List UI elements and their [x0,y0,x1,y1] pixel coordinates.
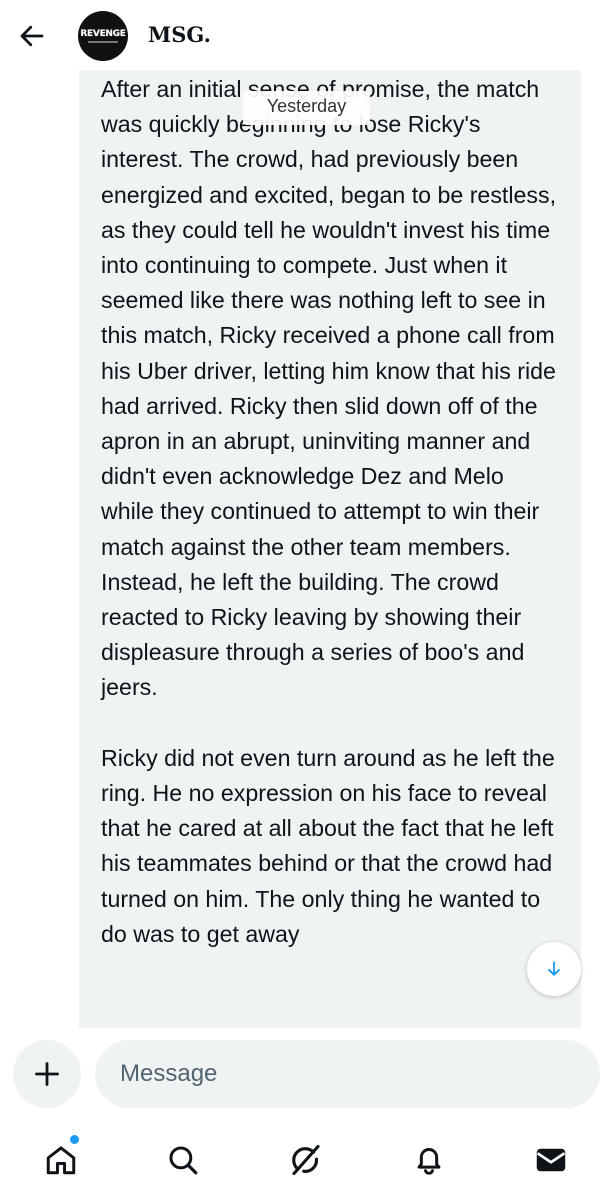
nav-home[interactable] [33,1136,89,1184]
conversation-header: REVENGE MSG. [0,0,613,70]
bottom-navigation [0,1120,613,1199]
home-icon [46,1146,76,1175]
message-bubble[interactable]: After an initial sense of promise, the m… [79,68,581,1028]
revenge-logo: REVENGE [80,23,126,49]
nav-notifications[interactable] [401,1136,457,1184]
message-input[interactable] [95,1040,600,1108]
plus-icon [35,1062,59,1086]
notification-dot [70,1135,79,1144]
grok-icon [292,1144,320,1176]
mail-icon [536,1148,566,1172]
back-button[interactable] [14,18,50,54]
nav-search[interactable] [155,1136,211,1184]
bell-icon [417,1148,441,1175]
message-composer [0,1030,613,1120]
date-separator: Yesterday [243,91,370,125]
nav-messages[interactable] [523,1136,579,1184]
scroll-to-bottom-button[interactable] [527,942,581,996]
arrow-left-icon [20,25,44,47]
arrow-down-icon [548,961,560,976]
message-text: After an initial sense of promise, the m… [101,76,557,947]
dm-conversation-screen: REVENGE MSG. After an initial sense of p… [0,0,613,1199]
contact-avatar[interactable]: REVENGE [78,11,128,61]
add-attachment-button[interactable] [13,1040,81,1108]
search-icon [169,1146,198,1175]
nav-grok[interactable] [278,1136,334,1184]
contact-name[interactable]: MSG. [148,22,211,47]
avatar-label: REVENGE [80,29,126,39]
